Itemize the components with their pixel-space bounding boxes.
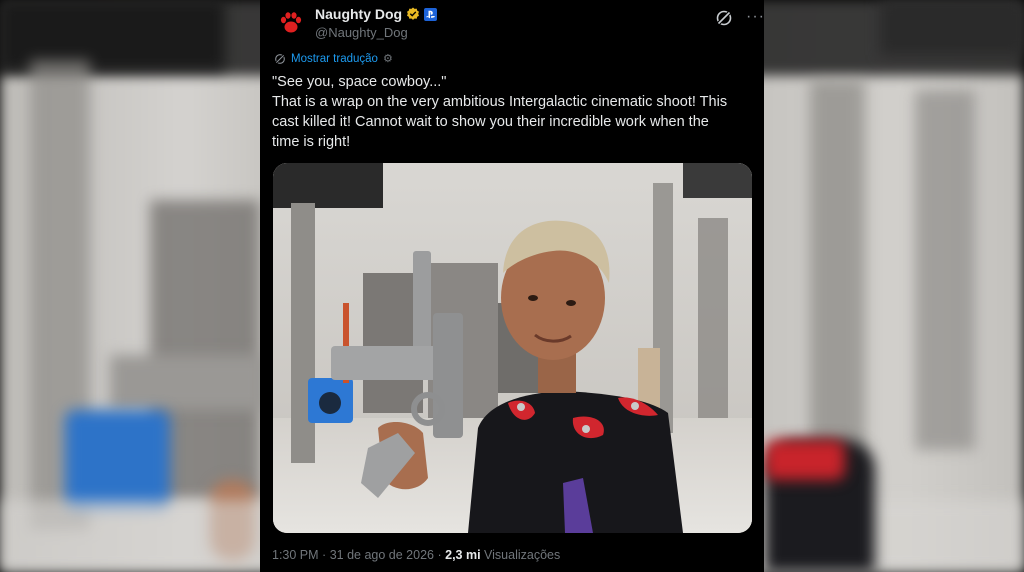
- tweet-text-line: time is right!: [272, 134, 351, 150]
- backdrop-shape: [110, 355, 265, 410]
- tweet-header: Naughty Dog @Naughty_Dog ···: [274, 4, 764, 44]
- paw-print-icon: [280, 12, 302, 33]
- playstation-badge-icon: [424, 7, 438, 21]
- views-count[interactable]: 2,3 mi: [445, 548, 480, 562]
- backdrop-shape: [810, 80, 865, 480]
- tweet-date[interactable]: 31 de ago de 2026: [330, 548, 434, 562]
- tweet-text-line: cast killed it! Cannot wait to show you …: [272, 114, 709, 130]
- show-translation-label[interactable]: Mostrar tradução: [291, 53, 378, 65]
- avatar[interactable]: [276, 8, 306, 38]
- views-label: Visualizações: [484, 548, 561, 562]
- footer-separator: ·: [437, 548, 442, 562]
- backdrop-shape: [915, 90, 975, 450]
- gear-icon[interactable]: ⚙: [383, 52, 393, 65]
- show-translation-link[interactable]: Mostrar tradução ⚙: [274, 52, 393, 65]
- grok-icon[interactable]: [715, 9, 733, 27]
- tweet-text: "See you, space cowboy..." That is a wra…: [272, 72, 756, 152]
- tweet-card: Naughty Dog @Naughty_Dog ··· Mostrar tra…: [260, 0, 764, 572]
- author-name-row[interactable]: Naughty Dog: [315, 6, 438, 22]
- author-handle[interactable]: @Naughty_Dog: [315, 25, 408, 40]
- photo-illustration: [273, 163, 752, 533]
- translate-icon: [275, 53, 285, 64]
- tweet-text-line: That is a wrap on the very ambitious Int…: [272, 94, 728, 110]
- tweet-text-line: "See you, space cowboy...": [272, 74, 447, 90]
- tweet-footer: 1:30 PM · 31 de ago de 2026 · 2,3 mi Vis…: [272, 548, 560, 562]
- backdrop-shape: [65, 410, 170, 510]
- tweet-photo[interactable]: [273, 163, 752, 533]
- author-name[interactable]: Naughty Dog: [315, 6, 402, 22]
- more-options-icon[interactable]: ···: [746, 8, 765, 26]
- tweet-time[interactable]: 1:30 PM: [272, 548, 319, 562]
- footer-separator: ·: [322, 548, 327, 562]
- gold-verified-badge-icon: [407, 7, 420, 20]
- backdrop-shape: [880, 0, 1024, 55]
- backdrop-shape: [765, 440, 845, 480]
- screenshot-stage: Naughty Dog @Naughty_Dog ··· Mostrar tra…: [0, 0, 1024, 572]
